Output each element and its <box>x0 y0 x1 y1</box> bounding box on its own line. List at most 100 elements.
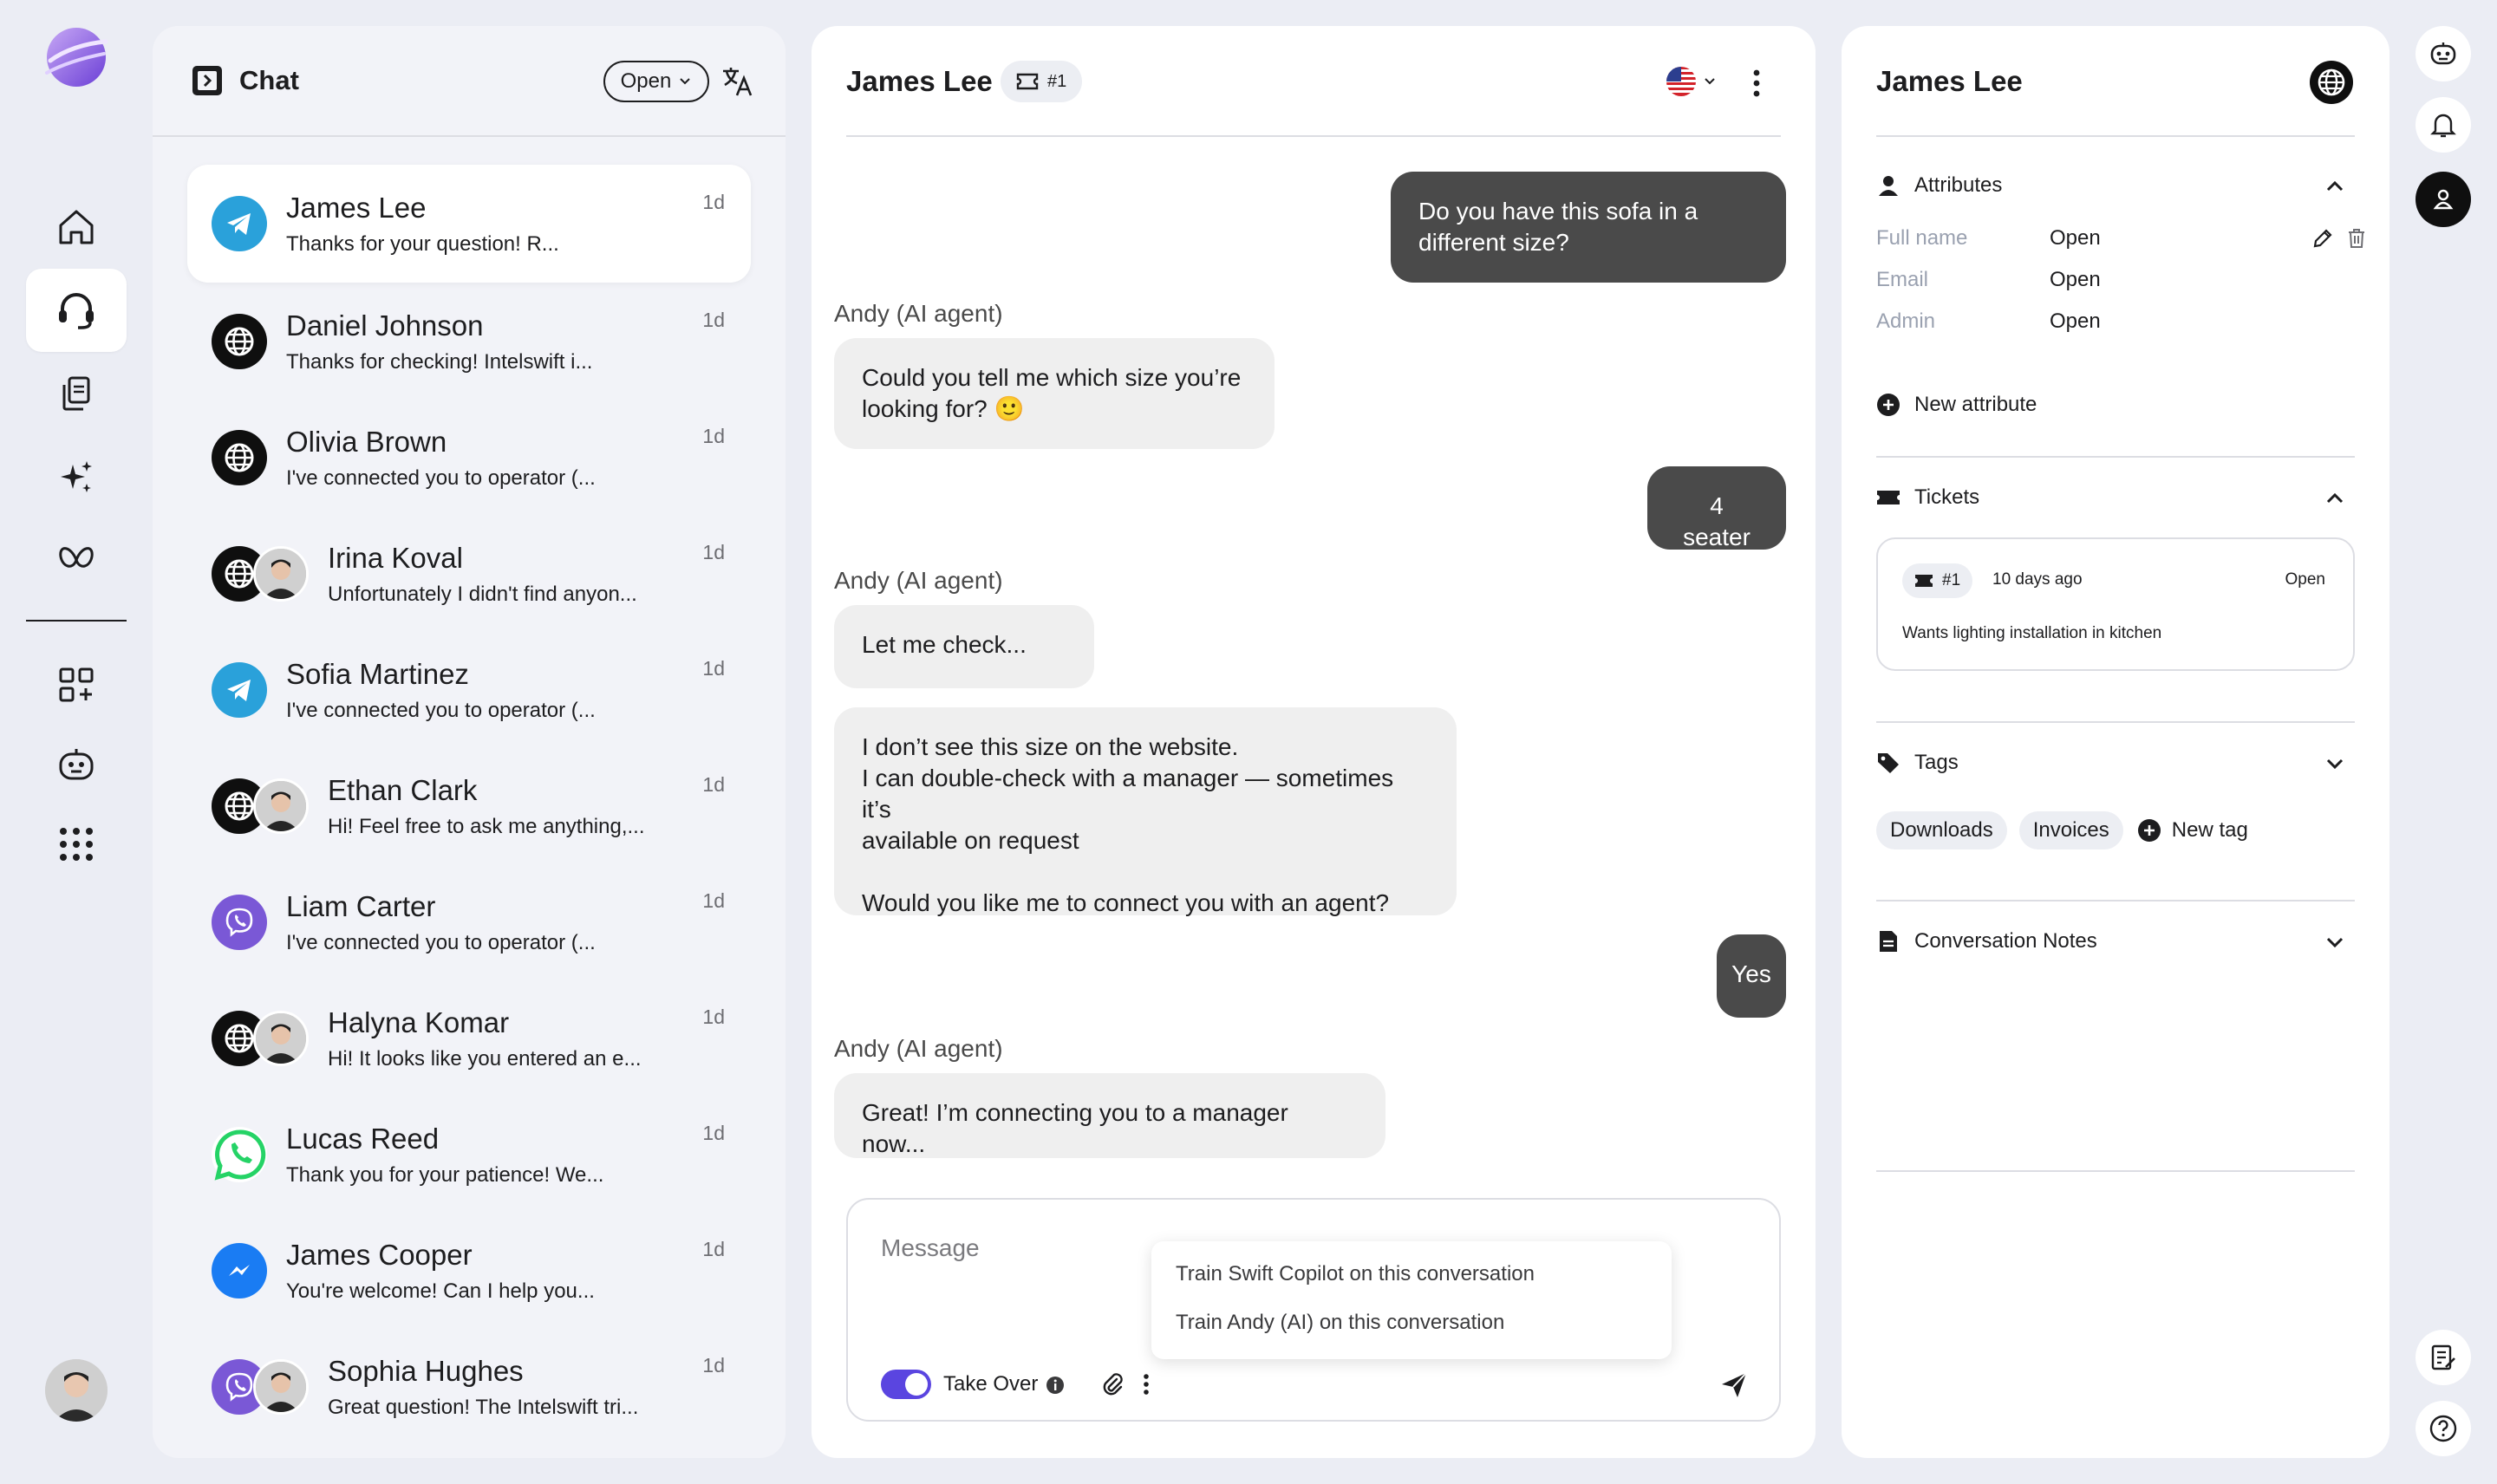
chat-list-item[interactable]: James Lee Thanks for your question! R... 1… <box>187 165 751 283</box>
chat-timestamp: 1d <box>702 541 725 563</box>
contact-profile-button[interactable] <box>2416 172 2471 227</box>
ticket-badge[interactable]: #1 <box>1001 61 1083 102</box>
trash-icon[interactable] <box>2346 227 2367 250</box>
app-logo[interactable] <box>43 24 109 90</box>
tags-title: Tags <box>1914 751 1959 774</box>
new-tag-label: New tag <box>2171 818 2248 842</box>
chat-avatar <box>212 546 309 602</box>
nav-divider <box>26 620 127 622</box>
status-filter-label: Open <box>620 69 672 93</box>
train-copilot-option[interactable]: Train Swift Copilot on this conversation <box>1151 1250 1672 1298</box>
chevron-down-icon <box>2324 931 2346 954</box>
nav-support[interactable] <box>26 269 127 352</box>
operator-avatar <box>253 778 309 834</box>
panel-toggle-icon[interactable] <box>191 64 224 97</box>
bell-icon <box>2429 110 2458 140</box>
documents-icon <box>55 373 97 414</box>
more-options-icon[interactable] <box>1748 66 1765 101</box>
web-channel-icon <box>2310 61 2353 104</box>
new-tag-button[interactable]: New tag <box>2137 818 2248 843</box>
ticket-id: #1 <box>1942 571 1961 589</box>
chats-panel: Chat Open James Lee Thanks for your quest… <box>153 26 786 1458</box>
conversation-header: James Lee #1 <box>812 26 1816 137</box>
new-attribute-button[interactable]: New attribute <box>1876 390 2037 420</box>
message-input[interactable] <box>881 1231 1176 1266</box>
train-andy-option[interactable]: Train Andy (AI) on this conversation <box>1151 1298 1672 1347</box>
chat-last-message: I've connected you to operator (... <box>286 466 596 490</box>
grid-dots-icon <box>57 825 95 863</box>
section-divider <box>1876 721 2355 723</box>
chat-list: James Lee Thanks for your question! R... 1… <box>153 165 786 1444</box>
plus-circle-icon <box>2137 818 2161 843</box>
message-agent: Great! I’m connecting you to a manager n… <box>834 1073 1385 1158</box>
help-button[interactable] <box>2416 1401 2471 1456</box>
new-attribute-label: New attribute <box>1914 393 2037 416</box>
attachment-icon[interactable] <box>1099 1371 1125 1397</box>
send-icon[interactable] <box>1718 1370 1750 1401</box>
nav-add-apps[interactable] <box>26 643 127 726</box>
attributes-section-header[interactable]: Attributes <box>1876 168 2355 203</box>
chat-list-item[interactable]: James Cooper You're welcome! Can I help y… <box>187 1212 751 1328</box>
operator-avatar <box>253 1359 309 1415</box>
tags-list: Downloads Invoices New tag <box>1876 811 2248 849</box>
user-icon <box>1876 173 1900 198</box>
attribute-value[interactable]: Open <box>2050 265 2101 295</box>
attribute-actions <box>2311 227 2364 250</box>
ticket-icon <box>1016 73 1039 90</box>
notifications-button[interactable] <box>2416 97 2471 153</box>
translate-icon[interactable] <box>720 64 754 99</box>
nav-home[interactable] <box>26 186 127 269</box>
tag-chip[interactable]: Invoices <box>2018 811 2123 849</box>
globe-icon <box>212 314 267 369</box>
chat-last-message: I've connected you to operator (... <box>286 931 596 954</box>
ticket-badge-label: #1 <box>1047 71 1067 91</box>
tickets-section-header[interactable]: Tickets <box>1876 480 2355 515</box>
message-composer: Train Swift Copilot on this conversation… <box>846 1198 1781 1422</box>
tag-chip[interactable]: Downloads <box>1876 811 2007 849</box>
status-filter-dropdown[interactable]: Open <box>603 61 709 102</box>
chat-list-item[interactable]: Sofia Martinez I've connected you to oper… <box>187 631 751 747</box>
composer-more-icon[interactable] <box>1141 1371 1151 1397</box>
chat-list-item[interactable]: Halyna Komar Hi! It looks like you entere… <box>187 980 751 1096</box>
chevron-down-icon <box>678 75 692 88</box>
chat-contact-name: Liam Carter <box>286 890 436 922</box>
nav-bots[interactable] <box>26 723 127 806</box>
headset-icon <box>54 288 99 333</box>
attribute-value[interactable]: Open <box>2050 224 2101 253</box>
nav-apps-grid[interactable] <box>26 803 127 886</box>
chat-last-message: You're welcome! Can I help you... <box>286 1279 595 1303</box>
tags-section-header[interactable]: Tags <box>1876 745 2355 780</box>
section-divider <box>1876 456 2355 458</box>
copilot-button[interactable] <box>2416 26 2471 81</box>
chat-list-item[interactable]: Irina Koval Unfortunately I didn't find a… <box>187 515 751 631</box>
ai-training-menu: Train Swift Copilot on this conversation… <box>1151 1241 1672 1359</box>
message-agent: Could you tell me which size you’re look… <box>834 338 1275 449</box>
notes-button[interactable] <box>2416 1330 2471 1385</box>
contact-info-panel: James Lee Attributes Full name Open Emai… <box>1842 26 2389 1458</box>
chat-avatar <box>212 196 267 251</box>
nav-documents[interactable] <box>26 352 127 435</box>
chat-timestamp: 1d <box>702 425 725 447</box>
chat-list-item[interactable]: Ethan Clark Hi! Feel free to ask me anyth… <box>187 747 751 863</box>
nav-ai[interactable] <box>26 435 127 518</box>
chat-timestamp: 1d <box>702 889 725 912</box>
language-selector[interactable] <box>1666 66 1724 97</box>
chat-list-item[interactable]: Liam Carter I've connected you to operato… <box>187 863 751 980</box>
take-over-toggle[interactable] <box>881 1370 931 1399</box>
chat-list-item[interactable]: Daniel Johnson Thanks for checking! Intel… <box>187 283 751 399</box>
notes-section-header[interactable]: Conversation Notes <box>1876 924 2355 959</box>
current-user-avatar[interactable] <box>45 1359 108 1422</box>
info-icon[interactable] <box>1046 1376 1065 1395</box>
chat-list-item[interactable]: Olivia Brown I've connected you to operat… <box>187 399 751 515</box>
chevron-down-icon <box>2324 752 2346 775</box>
ticket-card[interactable]: #1 10 days ago Open Wants lighting insta… <box>1876 537 2355 671</box>
edit-icon[interactable] <box>2311 227 2334 250</box>
chat-timestamp: 1d <box>702 309 725 331</box>
telegram-icon <box>212 196 267 251</box>
nav-workflows[interactable] <box>26 518 127 602</box>
attribute-value[interactable]: Open <box>2050 307 2101 336</box>
chat-list-item[interactable]: Sophia Hughes Great question! The Intelsw… <box>187 1328 751 1444</box>
chat-timestamp: 1d <box>702 1238 725 1260</box>
sparkles-icon <box>55 456 97 498</box>
chat-list-item[interactable]: Lucas Reed Thank you for your patience! W… <box>187 1096 751 1212</box>
